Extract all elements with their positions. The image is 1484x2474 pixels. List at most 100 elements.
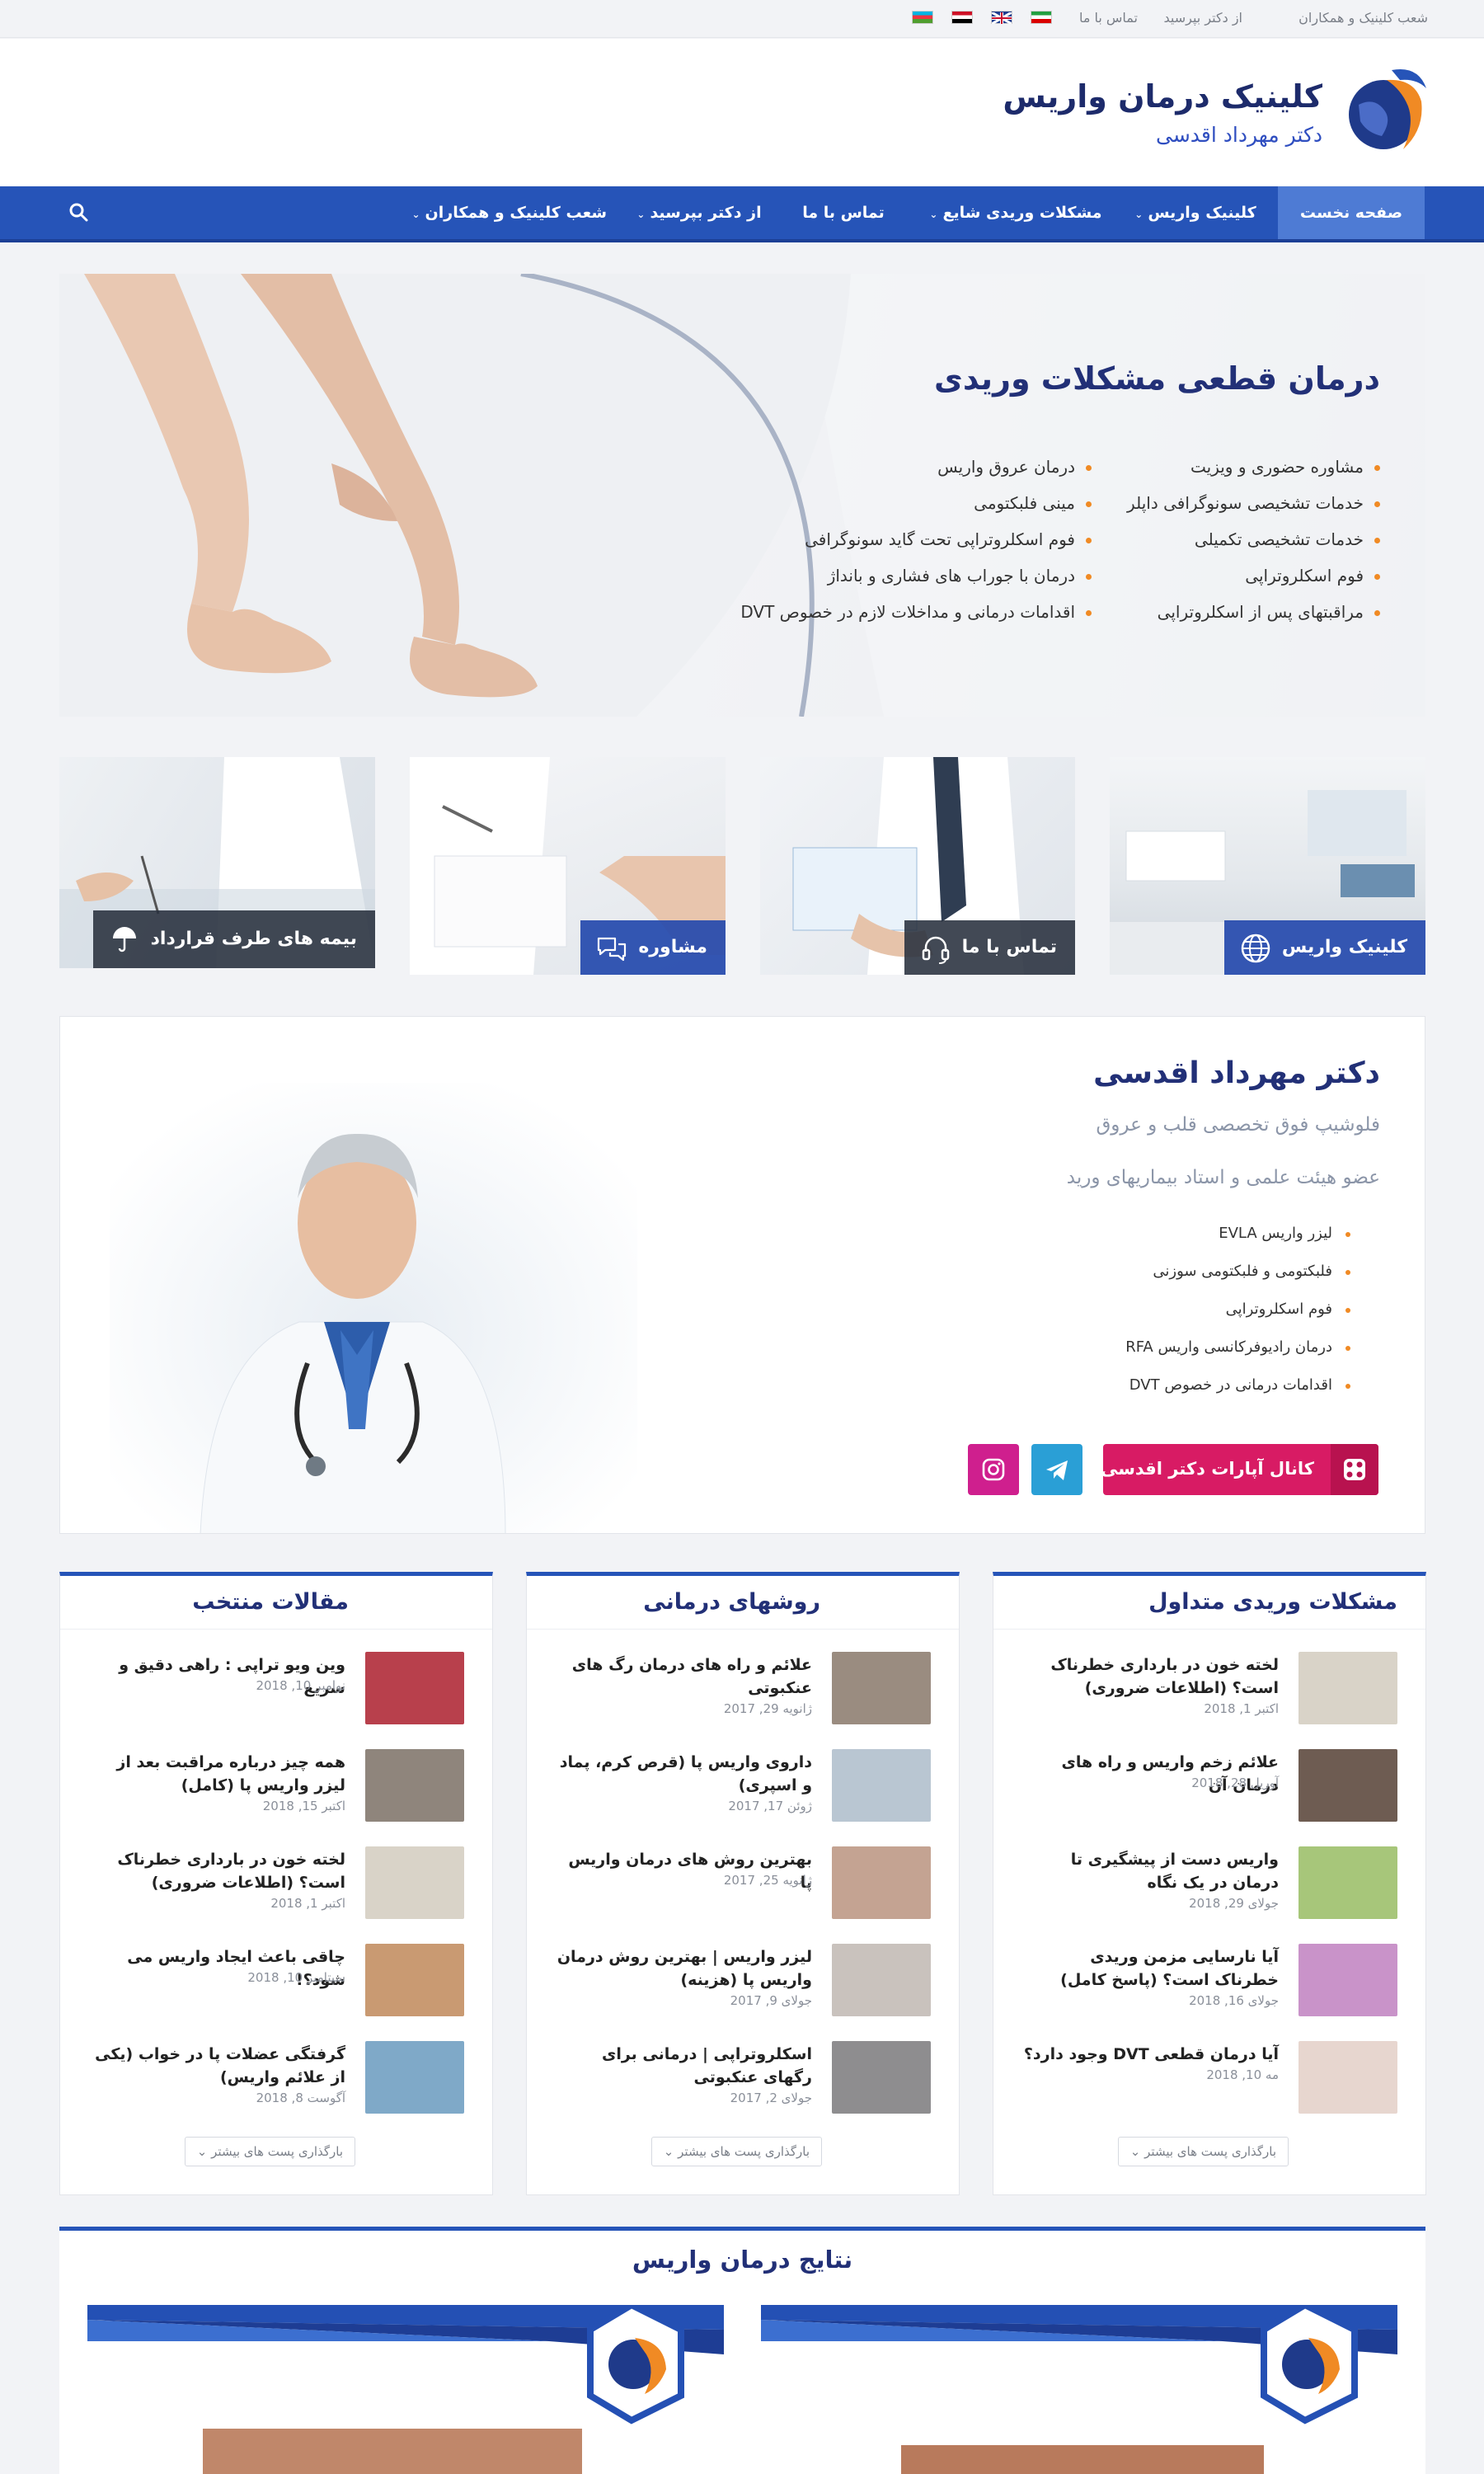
tile-label-text: کلینیک واریس	[1281, 937, 1407, 957]
load-more-button[interactable]: بارگذاری پست های بیشتر ⌄	[184, 2137, 355, 2166]
article-title[interactable]: لخته خون در بارداری خطرناک است؟ (اطلاعات…	[1023, 1653, 1279, 1700]
article-title[interactable]: لیزر واریس | بهترین روش درمان واریس پا (…	[556, 1945, 812, 1992]
tile-label: مشاوره	[580, 920, 726, 975]
divider	[60, 1629, 492, 1630]
article-item[interactable]: اسکلروتراپی | درمانی برای رگهای عنکبوتی …	[552, 2041, 931, 2114]
instagram-button[interactable]	[968, 1444, 1019, 1495]
hero-service-item: خدمات تشخیصی تکمیلی	[1194, 529, 1381, 549]
chevron-down-icon: ⌄	[636, 209, 646, 220]
tile-label: بیمه های طرف قرارداد	[92, 910, 375, 968]
azerbaijan-flag-icon[interactable]	[912, 11, 933, 24]
aparat-button-label: کانال آپارات دکتر اقدسی	[1101, 1459, 1314, 1479]
article-date: اکتبر 1, 2018	[1204, 1701, 1279, 1716]
article-item[interactable]: آیا نارسایی مزمن وریدی خطرناک است؟ (پاسخ…	[1018, 1944, 1397, 2016]
article-thumbnail[interactable]	[832, 2041, 931, 2114]
article-thumbnail[interactable]	[832, 1749, 931, 1822]
uk-flag-icon[interactable]	[991, 11, 1012, 26]
result-card[interactable]	[87, 2305, 724, 2474]
load-more-label: بارگذاری پست های بیشتر	[211, 2144, 343, 2159]
clinic-logo-icon[interactable]	[1342, 63, 1428, 158]
article-thumbnail[interactable]	[1298, 1749, 1397, 1822]
topbar-link-ask-doctor[interactable]: از دکتر بپرسید	[1164, 10, 1242, 26]
article-title[interactable]: لخته خون در بارداری خطرناک است؟ (اطلاعات…	[90, 1848, 345, 1894]
article-thumbnail[interactable]	[365, 2041, 464, 2114]
article-item[interactable]: آیا درمان قطعی DVT وجود دارد؟ مه 10, 201…	[1018, 2041, 1397, 2114]
article-title[interactable]: داروی واریس پا (قرص کرم، پماد و اسپری)	[556, 1751, 812, 1797]
article-title[interactable]: واریس دست از پیشگیری تا درمان در یک نگاه	[1023, 1848, 1279, 1894]
article-item[interactable]: وین ویو تراپی : راهی دقیق و سریع نوامبر …	[85, 1652, 464, 1724]
article-item[interactable]: گرفتگی عضلات پا در خواب (یکی از علائم وا…	[85, 2041, 464, 2114]
doctor-title-secondary: عضو هیئت علمی و استاد بیماریهای ورید	[1066, 1167, 1380, 1188]
article-date: جولای 29, 2018	[1189, 1896, 1279, 1911]
load-more-button[interactable]: بارگذاری پست های بیشتر ⌄	[1117, 2137, 1289, 2166]
doctor-title: فلوشیپ فوق تخصصی قلب و عروق	[1096, 1114, 1380, 1136]
nav-item-varicose-clinic[interactable]: کلینیک واریس ⌄	[1131, 186, 1260, 239]
article-title[interactable]: آیا درمان قطعی DVT وجود دارد؟	[1023, 2043, 1279, 2066]
tile-consultation[interactable]: مشاوره	[410, 757, 726, 975]
hero-service-item: اقدامات درمانی و مداخلات لازم در خصوص DV…	[740, 602, 1092, 622]
article-thumbnail[interactable]	[365, 1944, 464, 2016]
article-thumbnail[interactable]	[1298, 1846, 1397, 1919]
column-common-venous-problems: مشکلات وریدی متداول لخته خون در بارداری …	[993, 1572, 1426, 2195]
chevron-down-icon: ⌄	[1129, 2144, 1141, 2159]
site-title[interactable]: کلینیک درمان واریس	[1003, 78, 1322, 115]
article-item[interactable]: واریس دست از پیشگیری تا درمان در یک نگاه…	[1018, 1846, 1397, 1919]
nav-item-ask-doctor[interactable]: از دکتر بپرسید ⌄	[630, 186, 768, 239]
article-thumbnail[interactable]	[1298, 1652, 1397, 1724]
article-thumbnail[interactable]	[832, 1652, 931, 1724]
tile-insurance[interactable]: بیمه های طرف قرارداد	[59, 757, 375, 968]
article-date: ژوئن 17, 2017	[728, 1799, 812, 1813]
tile-contact[interactable]: تماس با ما	[760, 757, 1075, 975]
article-item[interactable]: علائم و راه های درمان رگ های عنکبوتی ژان…	[552, 1652, 931, 1724]
tile-label-text: مشاوره	[638, 937, 707, 957]
nav-item-home[interactable]: صفحه نخست	[1278, 186, 1425, 239]
article-title[interactable]: علائم و راه های درمان رگ های عنکبوتی	[556, 1653, 812, 1700]
hero-service-item: مشاوره حضوری و ویزیت	[1190, 457, 1380, 477]
article-thumbnail[interactable]	[1298, 2041, 1397, 2114]
aparat-channel-button[interactable]: کانال آپارات دکتر اقدسی	[1101, 1444, 1378, 1495]
article-thumbnail[interactable]	[832, 1846, 931, 1919]
nav-item-label: شعب کلینیک و همکاران	[425, 204, 607, 222]
article-item[interactable]: علائم زخم واریس و راه های درمان آن آوریل…	[1018, 1749, 1397, 1822]
article-item[interactable]: لخته خون در بارداری خطرناک است؟ (اطلاعات…	[1018, 1652, 1397, 1724]
article-date: آگوست 8, 2018	[256, 2091, 345, 2105]
hero-service-item: درمان با جوراب های فشاری و بانداژ	[827, 566, 1092, 586]
article-item[interactable]: لیزر واریس | بهترین روش درمان واریس پا (…	[552, 1944, 931, 2016]
article-item[interactable]: بهترین روش های درمان واریس پا ژانویه 25,…	[552, 1846, 931, 1919]
load-more-button[interactable]: بارگذاری پست های بیشتر ⌄	[650, 2137, 822, 2166]
tile-clinic[interactable]: کلینیک واریس	[1110, 757, 1425, 975]
topbar-link-contact[interactable]: تماس با ما	[1079, 10, 1138, 26]
nav-item-label: صفحه نخست	[1299, 204, 1403, 222]
iran-flag-icon[interactable]	[1031, 11, 1052, 24]
doctor-portrait-image	[110, 1083, 637, 1533]
nav-item-contact[interactable]: تماس با ما	[790, 186, 897, 239]
hero-service-item: فوم اسکلروتراپی	[1245, 566, 1380, 586]
article-item[interactable]: چاقی باعث ایجاد واریس می شود؟! سپتامبر 1…	[85, 1944, 464, 2016]
nav-item-branches[interactable]: شعب کلینیک و همکاران ⌄	[411, 186, 607, 239]
result-card[interactable]	[761, 2305, 1397, 2474]
article-title[interactable]: گرفتگی عضلات پا در خواب (یکی از علائم وا…	[90, 2043, 345, 2089]
article-date: سپتامبر 10, 2018	[247, 1970, 345, 1985]
topbar-link-branches[interactable]: شعب کلینیک و همکاران	[1298, 10, 1428, 26]
egypt-flag-icon[interactable]	[951, 11, 973, 24]
article-item[interactable]: لخته خون در بارداری خطرناک است؟ (اطلاعات…	[85, 1846, 464, 1919]
nav-item-common-venous-problems[interactable]: مشکلات وریدی شایع ⌄	[923, 186, 1109, 239]
search-icon[interactable]	[68, 201, 89, 223]
article-thumbnail[interactable]	[365, 1652, 464, 1724]
article-thumbnail[interactable]	[365, 1749, 464, 1822]
chevron-down-icon: ⌄	[196, 2144, 208, 2159]
aparat-icon	[1331, 1444, 1378, 1495]
article-thumbnail[interactable]	[832, 1944, 931, 2016]
article-item[interactable]: داروی واریس پا (قرص کرم، پماد و اسپری) ژ…	[552, 1749, 931, 1822]
main-nav: صفحه نخست کلینیک واریس ⌄ مشکلات وریدی شای…	[0, 186, 1484, 242]
article-date: نوامبر 10, 2018	[256, 1678, 345, 1693]
article-item[interactable]: همه چیز درباره مراقبت بعد از لیزر واریس …	[85, 1749, 464, 1822]
article-thumbnail[interactable]	[1298, 1944, 1397, 2016]
article-title[interactable]: آیا نارسایی مزمن وریدی خطرناک است؟ (پاسخ…	[1023, 1945, 1279, 1992]
article-title[interactable]: همه چیز درباره مراقبت بعد از لیزر واریس …	[90, 1751, 345, 1797]
top-bar: شعب کلینیک و همکاران از دکتر بپرسید تماس…	[0, 0, 1484, 38]
hero-service-item: درمان عروق واریس	[937, 457, 1092, 477]
telegram-button[interactable]	[1031, 1444, 1082, 1495]
article-title[interactable]: اسکلروتراپی | درمانی برای رگهای عنکبوتی	[556, 2043, 812, 2089]
article-thumbnail[interactable]	[365, 1846, 464, 1919]
